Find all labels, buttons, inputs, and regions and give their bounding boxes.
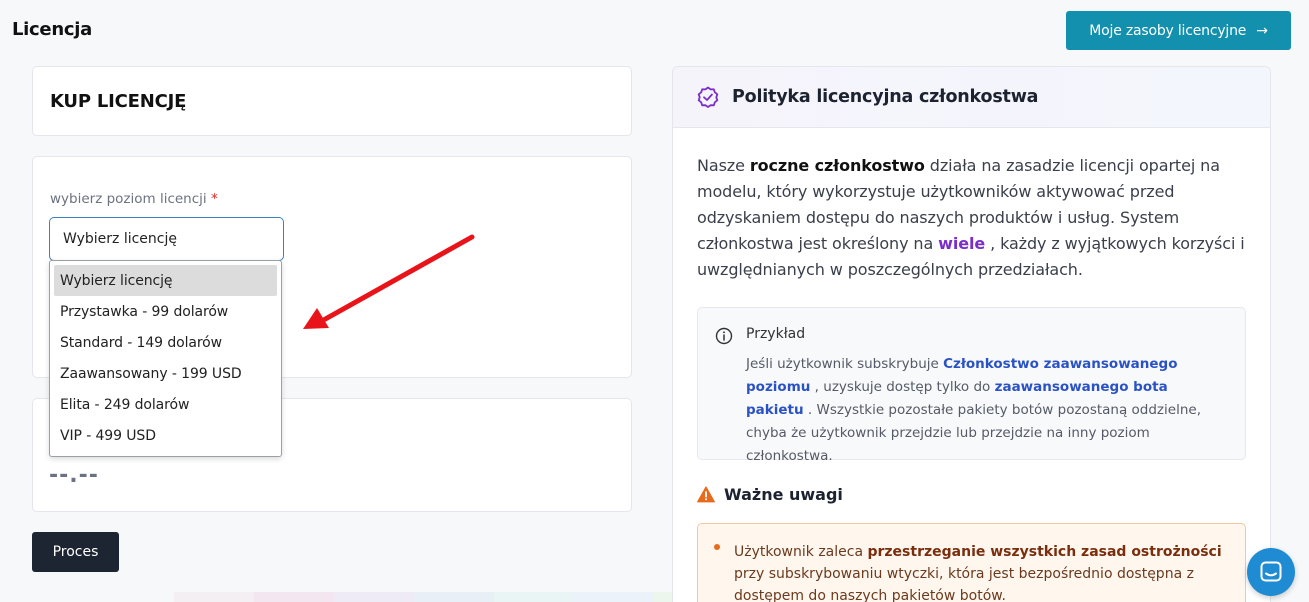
license-option[interactable]: Wybierz licencję (54, 265, 277, 296)
buy-license-title: KUP LICENCJĘ (50, 91, 187, 112)
example-text-1: Jeśli użytkownik subskrybuje (746, 356, 944, 372)
license-option[interactable]: Zaawansowany - 199 USD (54, 358, 277, 389)
policy-title: Polityka licencyjna członkostwa (732, 87, 1039, 107)
policy-intro: Nasze roczne członkostwo działa na zasad… (697, 153, 1247, 283)
important-notes-heading: Ważne uwagi (697, 485, 843, 504)
my-licenses-button[interactable]: Moje zasoby licencyjne → (1066, 11, 1291, 50)
required-mark: * (210, 191, 218, 207)
arrow-right-icon: → (1256, 22, 1268, 39)
intro-highlight: wiele (938, 234, 986, 253)
bullet-dot (714, 544, 720, 550)
chat-button[interactable] (1247, 548, 1295, 596)
license-level-label-text: wybierz poziom licencji (50, 191, 207, 207)
membership-policy-panel: Polityka licencyjna członkostwa Nasze ro… (672, 66, 1271, 602)
badge-check-icon (697, 86, 719, 108)
price-value: --.-- (49, 463, 99, 488)
license-option[interactable]: Przystawka - 99 dolarów (54, 296, 277, 327)
important-note-text: Użytkownik zaleca przestrzeganie wszystk… (734, 541, 1234, 602)
note-text-2: przy subskrybowaniu wtyczki, która jest … (734, 566, 1194, 602)
note-text-1: Użytkownik zaleca (734, 544, 868, 560)
license-options-dropdown: Wybierz licencję Przystawka - 99 dolarów… (49, 260, 282, 457)
page-title: Licencja (12, 19, 92, 40)
process-button[interactable]: Proces (32, 532, 119, 572)
important-note-box: Użytkownik zaleca przestrzeganie wszystk… (697, 523, 1246, 602)
policy-header: Polityka licencyjna członkostwa (673, 67, 1270, 128)
my-licenses-label: Moje zasoby licencyjne (1089, 22, 1247, 39)
example-text: Jeśli użytkownik subskrybuje Członkostwo… (746, 353, 1226, 468)
red-arrow-annotation (303, 234, 475, 329)
example-title: Przykład (746, 326, 806, 342)
license-level-label: wybierz poziom licencji * (50, 191, 218, 207)
license-option[interactable]: VIP - 499 USD (54, 420, 277, 451)
license-level-select[interactable]: Wybierz licencję (49, 217, 284, 261)
warning-triangle-icon (697, 486, 715, 503)
example-text-3: . Wszystkie pozostałe pakiety botów pozo… (746, 402, 1201, 464)
example-box: Przykład Jeśli użytkownik subskrybuje Cz… (697, 307, 1246, 464)
example-text-2: , uzyskuje dostęp tylko do (810, 379, 995, 395)
license-option[interactable]: Standard - 149 dolarów (54, 327, 277, 358)
chat-icon (1260, 561, 1282, 582)
info-icon (715, 327, 733, 345)
buy-license-card: KUP LICENCJĘ (32, 66, 632, 136)
intro-text-1: Nasze (697, 156, 750, 175)
important-notes-title: Ważne uwagi (724, 485, 843, 504)
license-option[interactable]: Elita - 249 dolarów (54, 389, 277, 420)
note-bold: przestrzeganie wszystkich zasad ostrożno… (867, 544, 1222, 560)
intro-bold: roczne członkostwo (749, 156, 925, 175)
decorative-strip (174, 592, 734, 602)
